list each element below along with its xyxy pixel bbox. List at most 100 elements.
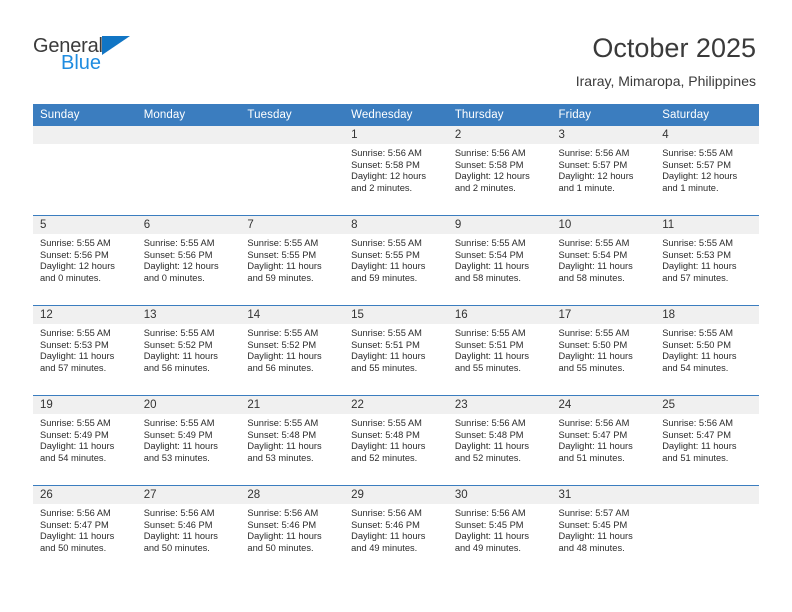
sunset-text: Sunset: 5:50 PM	[558, 339, 628, 350]
calendar-day-cell[interactable]: 4 Sunrise: 5:55 AM Sunset: 5:57 PM Daylight…	[655, 126, 759, 216]
day-number: 25	[655, 396, 759, 414]
daylight-text: Daylight: 11 hours and 51 minutes.	[662, 441, 737, 463]
sunrise-text: Sunrise: 5:55 AM	[558, 238, 630, 248]
sunrise-text: Sunrise: 5:55 AM	[351, 238, 422, 248]
day-number: 29	[344, 486, 448, 504]
day-box: 31 Sunrise: 5:57 AM Sunset: 5:45 PM Dayligh…	[551, 486, 656, 575]
day-number	[33, 126, 137, 144]
sunrise-text: Sunrise: 5:55 AM	[662, 238, 734, 248]
calendar-day-cell[interactable]: 16 Sunrise: 5:55 AM Sunset: 5:51 PM Dayligh…	[447, 305, 552, 396]
day-info: Sunrise: 5:56 AM Sunset: 5:46 PM Daylight:…	[344, 504, 448, 554]
day-number: 24	[551, 396, 656, 414]
calendar-day-cell[interactable]: 29 Sunrise: 5:56 AM Sunset: 5:46 PM Dayligh…	[344, 485, 448, 575]
calendar-day-cell[interactable]: 23 Sunrise: 5:56 AM Sunset: 5:48 PM Dayligh…	[447, 395, 552, 486]
daylight-text: Daylight: 11 hours and 56 minutes.	[247, 351, 322, 373]
day-info: Sunrise: 5:56 AM Sunset: 5:47 PM Daylight:…	[552, 414, 656, 464]
day-number: 27	[136, 486, 241, 504]
calendar-day-cell[interactable]: 31 Sunrise: 5:57 AM Sunset: 5:45 PM Dayligh…	[551, 485, 656, 575]
daylight-text: Daylight: 11 hours and 59 minutes.	[247, 261, 322, 283]
daylight-text: Daylight: 12 hours and 1 minute.	[662, 171, 738, 193]
weekday-header-thursday: Thursday	[447, 104, 552, 126]
daylight-text: Daylight: 11 hours and 57 minutes.	[662, 261, 737, 283]
calendar-day-cell-empty	[33, 126, 137, 216]
day-number: 18	[655, 306, 759, 324]
day-box: 17 Sunrise: 5:55 AM Sunset: 5:50 PM Dayligh…	[551, 306, 656, 395]
calendar-day-cell[interactable]: 2 Sunrise: 5:56 AM Sunset: 5:58 PM Daylight…	[447, 126, 552, 216]
calendar-day-cell[interactable]: 27 Sunrise: 5:56 AM Sunset: 5:46 PM Dayligh…	[136, 485, 241, 575]
day-number: 4	[655, 126, 759, 144]
day-info: Sunrise: 5:55 AM Sunset: 5:50 PM Daylight:…	[655, 324, 759, 374]
daylight-text: Daylight: 11 hours and 58 minutes.	[454, 261, 530, 283]
calendar-table: Sunday Monday Tuesday Wednesday Thursday Frid…	[33, 104, 759, 575]
calendar-day-cell[interactable]: 5 Sunrise: 5:55 AM Sunset: 5:56 PM Daylight…	[33, 215, 137, 306]
calendar-day-cell[interactable]: 30 Sunrise: 5:56 AM Sunset: 5:45 PM Dayligh…	[447, 485, 552, 575]
day-info: Sunrise: 5:55 AM Sunset: 5:52 PM Daylight:…	[137, 324, 241, 374]
sunset-text: Sunset: 5:48 PM	[454, 429, 524, 440]
calendar-day-cell[interactable]: 7 Sunrise: 5:55 AM Sunset: 5:55 PM Daylight…	[240, 215, 345, 306]
weekday-header-tuesday: Tuesday	[240, 104, 345, 126]
sunset-text: Sunset: 5:45 PM	[558, 519, 628, 530]
calendar-day-cell[interactable]: 22 Sunrise: 5:55 AM Sunset: 5:48 PM Dayligh…	[344, 395, 448, 486]
daylight-text: Daylight: 11 hours and 52 minutes.	[351, 441, 426, 463]
sunrise-text: Sunrise: 5:56 AM	[454, 508, 526, 518]
day-info: Sunrise: 5:56 AM Sunset: 5:58 PM Daylight:…	[344, 144, 448, 194]
calendar-day-cell[interactable]: 20 Sunrise: 5:55 AM Sunset: 5:49 PM Dayligh…	[136, 395, 241, 486]
day-info: Sunrise: 5:55 AM Sunset: 5:50 PM Daylight:…	[552, 324, 656, 374]
day-box: 14 Sunrise: 5:55 AM Sunset: 5:52 PM Dayligh…	[240, 306, 345, 395]
calendar-day-cell[interactable]: 24 Sunrise: 5:56 AM Sunset: 5:47 PM Dayligh…	[551, 395, 656, 486]
sunset-text: Sunset: 5:47 PM	[40, 519, 109, 530]
day-info: Sunrise: 5:55 AM Sunset: 5:56 PM Daylight:…	[33, 234, 137, 284]
daylight-text: Daylight: 11 hours and 49 minutes.	[351, 531, 426, 553]
calendar-day-cell[interactable]: 14 Sunrise: 5:55 AM Sunset: 5:52 PM Dayligh…	[240, 305, 345, 396]
calendar-day-cell[interactable]: 18 Sunrise: 5:55 AM Sunset: 5:50 PM Dayligh…	[655, 305, 759, 396]
day-info: Sunrise: 5:55 AM Sunset: 5:53 PM Daylight:…	[655, 234, 759, 284]
day-number: 30	[447, 486, 552, 504]
day-box: 25 Sunrise: 5:56 AM Sunset: 5:47 PM Dayligh…	[655, 396, 759, 485]
calendar-day-cell[interactable]: 6 Sunrise: 5:55 AM Sunset: 5:56 PM Daylight…	[136, 215, 241, 306]
sunrise-text: Sunrise: 5:55 AM	[143, 418, 215, 428]
sunset-text: Sunset: 5:46 PM	[351, 519, 420, 530]
sunrise-text: Sunrise: 5:55 AM	[662, 148, 734, 158]
sunrise-text: Sunrise: 5:55 AM	[351, 418, 422, 428]
calendar-day-cell[interactable]: 13 Sunrise: 5:55 AM Sunset: 5:52 PM Dayligh…	[136, 305, 241, 396]
day-info: Sunrise: 5:55 AM Sunset: 5:51 PM Daylight:…	[448, 324, 552, 374]
calendar-day-cell[interactable]: 12 Sunrise: 5:55 AM Sunset: 5:53 PM Dayligh…	[33, 305, 137, 396]
calendar-week-row: 12 Sunrise: 5:55 AM Sunset: 5:53 PM Dayligh…	[33, 305, 759, 396]
day-number: 31	[551, 486, 656, 504]
weekday-header-sunday: Sunday	[33, 104, 137, 126]
calendar-day-cell[interactable]: 11 Sunrise: 5:55 AM Sunset: 5:53 PM Dayligh…	[655, 215, 759, 306]
calendar-day-cell[interactable]: 26 Sunrise: 5:56 AM Sunset: 5:47 PM Dayligh…	[33, 485, 137, 575]
calendar-day-cell[interactable]: 1 Sunrise: 5:56 AM Sunset: 5:58 PM Daylight…	[344, 126, 448, 216]
day-info: Sunrise: 5:56 AM Sunset: 5:45 PM Daylight:…	[448, 504, 552, 554]
sunrise-text: Sunrise: 5:55 AM	[454, 328, 526, 338]
day-box: 27 Sunrise: 5:56 AM Sunset: 5:46 PM Dayligh…	[136, 486, 241, 575]
day-box: 7 Sunrise: 5:55 AM Sunset: 5:55 PM Daylight…	[240, 216, 345, 305]
sunrise-text: Sunrise: 5:56 AM	[662, 418, 734, 428]
calendar-day-cell[interactable]: 25 Sunrise: 5:56 AM Sunset: 5:47 PM Dayligh…	[655, 395, 759, 486]
calendar-day-cell[interactable]: 19 Sunrise: 5:55 AM Sunset: 5:49 PM Dayligh…	[33, 395, 137, 486]
calendar-day-cell[interactable]: 10 Sunrise: 5:55 AM Sunset: 5:54 PM Dayligh…	[551, 215, 656, 306]
day-box	[240, 126, 345, 215]
calendar-day-cell[interactable]: 8 Sunrise: 5:55 AM Sunset: 5:55 PM Daylight…	[344, 215, 448, 306]
calendar-day-cell[interactable]: 21 Sunrise: 5:55 AM Sunset: 5:48 PM Dayligh…	[240, 395, 345, 486]
day-box: 18 Sunrise: 5:55 AM Sunset: 5:50 PM Dayligh…	[655, 306, 759, 395]
sunset-text: Sunset: 5:48 PM	[247, 429, 317, 440]
calendar-page: General Blue October 2025 Iraray, Mimaro…	[0, 0, 792, 612]
calendar-day-cell[interactable]: 15 Sunrise: 5:55 AM Sunset: 5:51 PM Dayligh…	[344, 305, 448, 396]
day-box: 11 Sunrise: 5:55 AM Sunset: 5:53 PM Dayligh…	[655, 216, 759, 305]
calendar-day-cell[interactable]: 3 Sunrise: 5:56 AM Sunset: 5:57 PM Daylight…	[551, 126, 656, 216]
calendar-day-cell[interactable]: 28 Sunrise: 5:56 AM Sunset: 5:46 PM Dayligh…	[240, 485, 345, 575]
day-number: 22	[344, 396, 448, 414]
sunrise-text: Sunrise: 5:55 AM	[454, 238, 526, 248]
day-number: 16	[447, 306, 552, 324]
sunset-text: Sunset: 5:53 PM	[662, 249, 731, 260]
calendar-day-cell[interactable]: 17 Sunrise: 5:55 AM Sunset: 5:50 PM Dayligh…	[551, 305, 656, 396]
daylight-text: Daylight: 11 hours and 48 minutes.	[558, 531, 633, 553]
day-box: 23 Sunrise: 5:56 AM Sunset: 5:48 PM Dayligh…	[447, 396, 552, 485]
day-info: Sunrise: 5:55 AM Sunset: 5:54 PM Daylight:…	[552, 234, 656, 284]
day-number: 14	[240, 306, 345, 324]
day-info: Sunrise: 5:57 AM Sunset: 5:45 PM Daylight:…	[552, 504, 656, 554]
sunset-text: Sunset: 5:58 PM	[454, 159, 524, 170]
day-number: 13	[136, 306, 241, 324]
calendar-day-cell[interactable]: 9 Sunrise: 5:55 AM Sunset: 5:54 PM Daylight…	[447, 215, 552, 306]
